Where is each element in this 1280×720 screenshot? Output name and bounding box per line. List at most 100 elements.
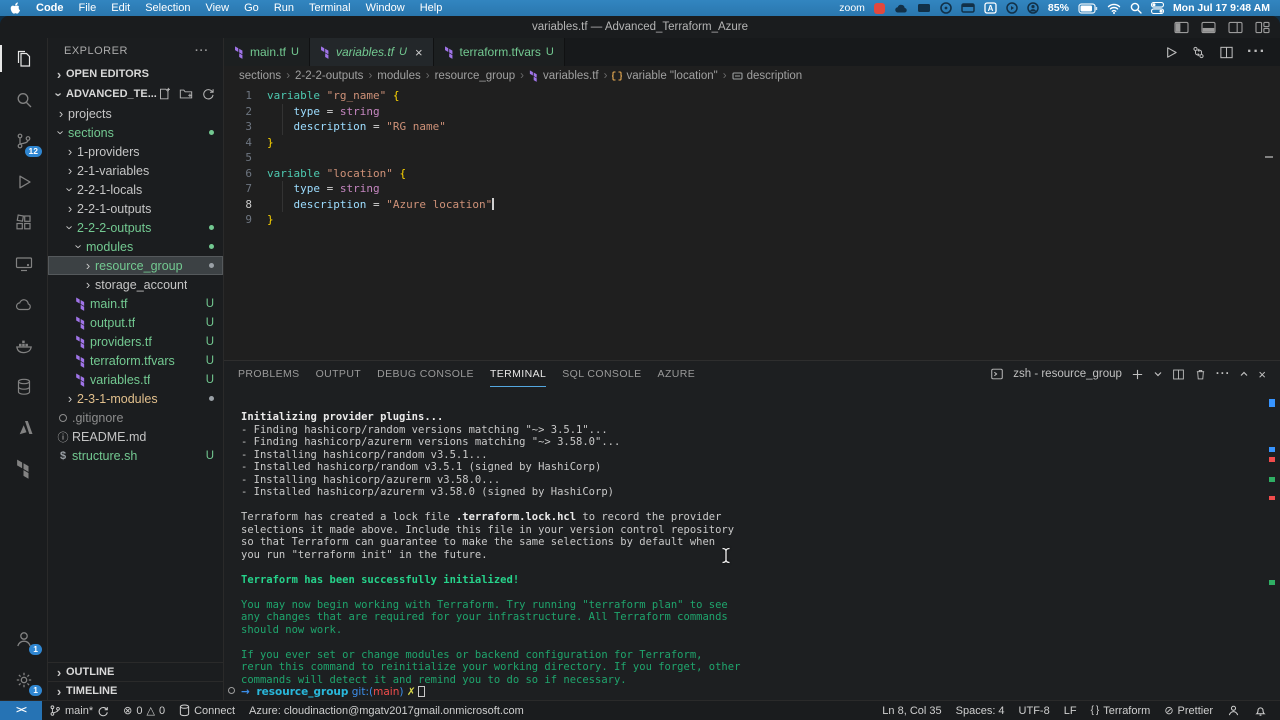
toggle-sidebar-icon[interactable] xyxy=(1174,21,1189,34)
encoding-item[interactable]: UTF-8 xyxy=(1012,705,1057,717)
tree-item-variables-tf[interactable]: variables.tf U xyxy=(48,370,223,389)
prettier-item[interactable]: ⊘ Prettier xyxy=(1157,704,1220,717)
connect-item[interactable]: Connect xyxy=(172,701,242,720)
breadcrumb-item[interactable]: resource_group xyxy=(435,70,516,82)
breadcrumb-item[interactable]: sections xyxy=(239,70,281,82)
git-branch-item[interactable]: main* xyxy=(42,701,116,720)
azure-activity-icon[interactable] xyxy=(0,407,47,448)
run-debug-activity-icon[interactable] xyxy=(0,161,47,202)
tree-item-main-tf[interactable]: main.tf U xyxy=(48,294,223,313)
refresh-icon[interactable] xyxy=(201,87,215,101)
tab-main-tf[interactable]: main.tf U xyxy=(224,38,310,66)
window-menu-icon[interactable] xyxy=(961,2,975,14)
run-file-icon[interactable] xyxy=(1163,45,1178,60)
terminal-session-label[interactable]: zsh - resource_group xyxy=(1013,368,1122,380)
terminal-content[interactable]: Initializing provider plugins... - Findin… xyxy=(224,387,1280,700)
code-editor[interactable]: 1 variable "rg_name" {2 type = string 3 de… xyxy=(224,86,1280,360)
command-decoration-icon[interactable] xyxy=(228,687,235,694)
remote-indicator[interactable]: >< xyxy=(0,701,42,720)
tree-item-2-1-variables[interactable]: › 2-1-variables xyxy=(48,161,223,180)
tree-item-modules[interactable]: › modules xyxy=(48,237,223,256)
workspace-section[interactable]: › ADVANCED_TE... xyxy=(48,84,237,104)
azure-cloud-activity-icon[interactable] xyxy=(0,284,47,325)
terminal-dropdown-icon[interactable] xyxy=(1153,369,1163,379)
tree-item-providers-tf[interactable]: providers.tf U xyxy=(48,332,223,351)
accounts-activity-icon[interactable]: 1 xyxy=(0,618,47,659)
tree-item-storage-account[interactable]: › storage_account xyxy=(48,275,223,294)
tree-item-resource-group[interactable]: › resource_group xyxy=(48,256,223,275)
code-line-4[interactable]: 4} xyxy=(224,135,1280,151)
code-line-9[interactable]: 9} xyxy=(224,212,1280,228)
apple-icon[interactable] xyxy=(10,1,21,15)
azure-account-item[interactable]: Azure: cloudinaction@mgatv2017gmail.onmi… xyxy=(242,701,531,720)
settings-activity-icon[interactable]: 1 xyxy=(0,659,47,700)
menu-edit[interactable]: Edit xyxy=(111,2,130,14)
cloud-menu-icon[interactable] xyxy=(894,3,908,14)
tree-item-output-tf[interactable]: output.tf U xyxy=(48,313,223,332)
code-line-8[interactable]: 8 description = "Azure location" xyxy=(224,197,1280,213)
open-editors-section[interactable]: › OPEN EDITORS xyxy=(48,64,223,84)
code-line-5[interactable]: 5 xyxy=(224,150,1280,166)
title-bar[interactable]: variables.tf — Advanced_Terraform_Azure xyxy=(0,16,1280,38)
panel-tab-sql-console[interactable]: SQL CONSOLE xyxy=(562,361,641,387)
new-terminal-icon[interactable] xyxy=(1131,368,1144,381)
close-panel-icon[interactable]: × xyxy=(1258,367,1266,382)
display-menu-icon[interactable] xyxy=(917,3,931,14)
menu-bar-clock[interactable]: Mon Jul 17 9:48 AM xyxy=(1173,2,1270,14)
split-terminal-icon[interactable] xyxy=(1172,368,1185,381)
tree-item-sections[interactable]: › sections xyxy=(48,123,223,142)
tab-variables-tf[interactable]: variables.tf U × xyxy=(309,38,434,66)
explorer-more-icon[interactable]: ··· xyxy=(195,45,209,57)
toggle-panel-icon[interactable] xyxy=(1201,21,1216,34)
tree-item-readme-md[interactable]: ⓘ README.md xyxy=(48,427,223,446)
breadcrumb-item[interactable]: modules xyxy=(377,70,420,82)
menu-selection[interactable]: Selection xyxy=(145,2,190,14)
docker-activity-icon[interactable] xyxy=(0,325,47,366)
timeline-section[interactable]: › TIMELINE xyxy=(48,681,223,700)
wifi-icon[interactable] xyxy=(1107,3,1121,14)
tree-item-1-providers[interactable]: › 1-providers xyxy=(48,142,223,161)
menu-view[interactable]: View xyxy=(205,2,229,14)
extensions-activity-icon[interactable] xyxy=(0,202,47,243)
menu-file[interactable]: File xyxy=(79,2,97,14)
tree-item-2-3-1-modules[interactable]: › 2-3-1-modules xyxy=(48,389,223,408)
database-activity-icon[interactable] xyxy=(0,366,47,407)
play-menu-icon[interactable] xyxy=(1006,2,1018,14)
indentation-item[interactable]: Spaces: 4 xyxy=(949,705,1012,717)
close-tab-icon[interactable]: × xyxy=(415,45,423,60)
zoom-menu-item[interactable]: zoom xyxy=(839,2,865,14)
tree-item-2-2-2-outputs[interactable]: › 2-2-2-outputs xyxy=(48,218,223,237)
panel-tab-output[interactable]: OUTPUT xyxy=(316,361,362,387)
tree-item-structure-sh[interactable]: $ structure.sh U xyxy=(48,446,223,465)
disc-menu-icon[interactable] xyxy=(940,2,952,14)
problems-item[interactable]: ⊗ 0 △ 0 xyxy=(116,701,172,720)
menu-terminal[interactable]: Terminal xyxy=(309,2,351,14)
editor-more-icon[interactable]: ··· xyxy=(1247,43,1266,61)
menu-help[interactable]: Help xyxy=(420,2,443,14)
tree-item-2-2-1-locals[interactable]: › 2-2-1-locals xyxy=(48,180,223,199)
breadcrumb-item[interactable]: variable "location" xyxy=(612,70,718,82)
outline-section[interactable]: › OUTLINE xyxy=(48,662,223,681)
menu-code[interactable]: Code xyxy=(36,2,64,14)
toggle-secondary-sidebar-icon[interactable] xyxy=(1228,21,1243,34)
source-control-activity-icon[interactable]: 12 xyxy=(0,120,47,161)
tree-item-projects[interactable]: › projects xyxy=(48,104,223,123)
menu-go[interactable]: Go xyxy=(244,2,259,14)
panel-tab-debug-console[interactable]: DEBUG CONSOLE xyxy=(377,361,474,387)
screen-record-icon[interactable] xyxy=(873,2,885,14)
eol-item[interactable]: LF xyxy=(1057,705,1084,717)
kill-terminal-icon[interactable] xyxy=(1194,368,1207,381)
panel-tab-azure[interactable]: AZURE xyxy=(658,361,696,387)
code-line-3[interactable]: 3 description = "RG name" xyxy=(224,119,1280,135)
panel-tab-terminal[interactable]: TERMINAL xyxy=(489,361,547,387)
tree-item--gitignore[interactable]: .gitignore xyxy=(48,408,223,427)
panel-tab-problems[interactable]: PROBLEMS xyxy=(238,361,300,387)
control-center-icon[interactable] xyxy=(1150,2,1164,14)
spotlight-icon[interactable] xyxy=(1130,2,1142,14)
open-changes-icon[interactable] xyxy=(1191,45,1206,60)
maximize-panel-icon[interactable] xyxy=(1239,369,1249,379)
menu-window[interactable]: Window xyxy=(366,2,405,14)
new-file-icon[interactable] xyxy=(157,87,171,101)
new-folder-icon[interactable] xyxy=(179,87,193,101)
code-line-6[interactable]: 6 variable "location" { xyxy=(224,166,1280,182)
